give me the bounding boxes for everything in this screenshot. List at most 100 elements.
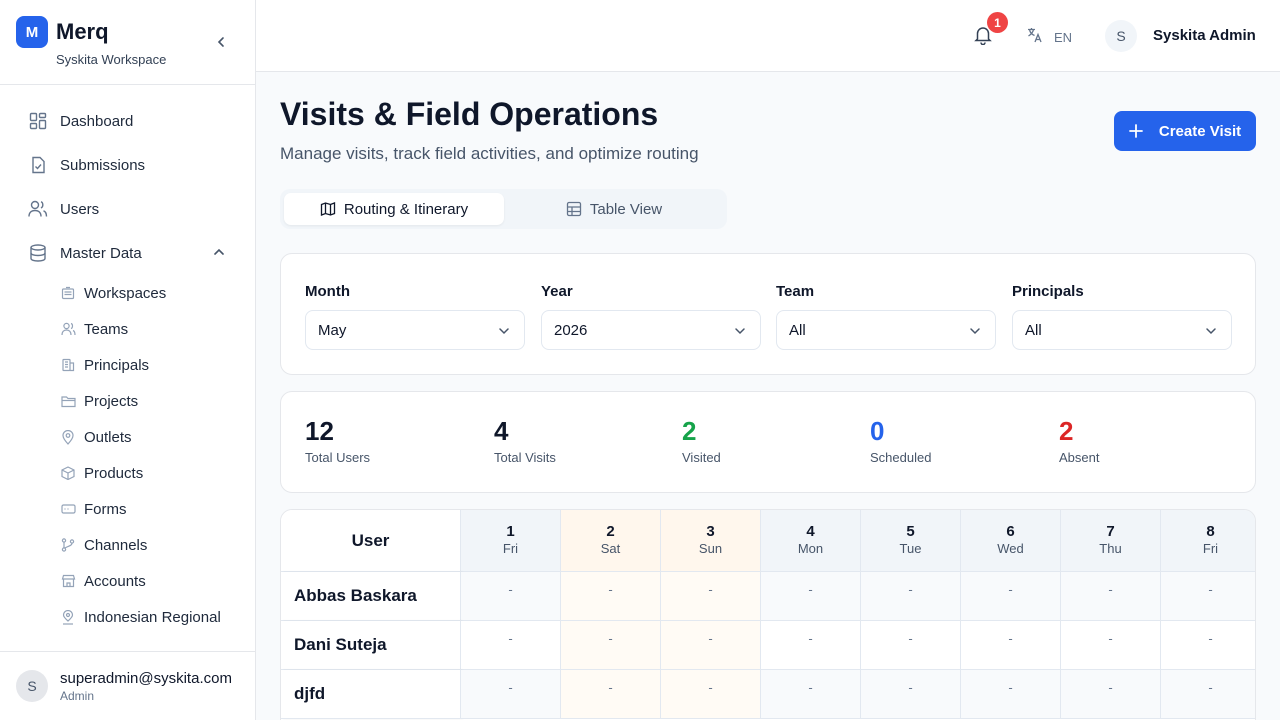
day-column-header: 5 Tue: [861, 510, 961, 572]
folder-icon: [60, 393, 76, 409]
stat-label: Total Visits: [494, 450, 556, 465]
user-column-header: User: [281, 510, 461, 572]
day-number: 1: [506, 523, 515, 540]
schedule-cell[interactable]: -: [561, 670, 661, 719]
day-name: Wed: [997, 541, 1024, 556]
database-icon: [28, 243, 48, 263]
day-column-header: 2 Sat: [561, 510, 661, 572]
select-value: 2026: [554, 321, 588, 339]
schedule-cell[interactable]: -: [1161, 621, 1255, 670]
top-header: 1 EN S Syskita Admin: [256, 0, 1280, 72]
sidebar-subitem-channels[interactable]: Channels: [0, 527, 255, 563]
chevron-up-icon[interactable]: [212, 245, 226, 259]
schedule-cell[interactable]: -: [1061, 572, 1161, 621]
table-row-user[interactable]: Dani Suteja: [281, 621, 461, 670]
schedule-cell[interactable]: -: [661, 621, 761, 670]
sidebar-subitem-accounts[interactable]: Accounts: [0, 563, 255, 599]
schedule-cell[interactable]: -: [761, 572, 861, 621]
sidebar-subitem-products[interactable]: Products: [0, 455, 255, 491]
principals-select[interactable]: All: [1012, 310, 1232, 350]
sidebar-subitem-forms[interactable]: Forms: [0, 491, 255, 527]
notification-badge: 1: [987, 12, 1008, 33]
sidebar-user-profile[interactable]: S superadmin@syskita.com Admin: [0, 651, 255, 720]
filter-label: Year: [541, 283, 573, 300]
sidebar-subitem-label: Channels: [84, 536, 148, 554]
schedule-cell[interactable]: -: [1161, 572, 1255, 621]
user-role: Admin: [60, 689, 95, 703]
stat-value: 4: [494, 416, 509, 446]
schedule-cell[interactable]: -: [1061, 621, 1161, 670]
schedule-cell[interactable]: -: [961, 621, 1061, 670]
sidebar-item-submissions[interactable]: Submissions: [0, 143, 255, 187]
team-select[interactable]: All: [776, 310, 996, 350]
create-visit-button[interactable]: Create Visit: [1114, 111, 1256, 151]
stat-total-visits: 4 Total Visits: [494, 416, 556, 465]
schedule-cell[interactable]: -: [861, 670, 961, 719]
sidebar-item-label: Users: [60, 200, 100, 218]
day-number: 3: [706, 523, 715, 540]
header-user-name[interactable]: Syskita Admin: [1153, 27, 1256, 44]
day-column-header: 8 Fri: [1161, 510, 1255, 572]
sidebar-item-master-data[interactable]: Master Data: [0, 231, 255, 275]
sidebar-subitem-principals[interactable]: Principals: [0, 347, 255, 383]
collapse-sidebar-icon[interactable]: [212, 33, 230, 51]
schedule-cell[interactable]: -: [1061, 670, 1161, 719]
schedule-cell[interactable]: -: [761, 621, 861, 670]
schedule-cell[interactable]: -: [661, 670, 761, 719]
day-name: Mon: [797, 541, 824, 556]
language-switcher[interactable]: EN: [1026, 26, 1072, 49]
create-visit-label: Create Visit: [1158, 122, 1242, 140]
schedule-cell[interactable]: -: [861, 621, 961, 670]
table-row-user[interactable]: djfd: [281, 670, 461, 719]
sidebar-subitem-projects[interactable]: Projects: [0, 383, 255, 419]
sidebar-subitem-outlets[interactable]: Outlets: [0, 419, 255, 455]
tab-table-view[interactable]: Table View: [505, 193, 723, 225]
sidebar-subitem-indonesian-regional[interactable]: Indonesian Regional: [0, 599, 255, 635]
avatar: S: [16, 670, 48, 702]
day-name: Tue: [899, 541, 922, 556]
day-number: 8: [1206, 523, 1215, 540]
sidebar-nav: Dashboard Submissions Users Master Data: [0, 99, 255, 635]
sidebar-item-users[interactable]: Users: [0, 187, 255, 231]
month-select[interactable]: May: [305, 310, 525, 350]
schedule-cell[interactable]: -: [661, 572, 761, 621]
schedule-cell[interactable]: -: [861, 572, 961, 621]
day-column-header: 4 Mon: [761, 510, 861, 572]
users-icon: [60, 321, 76, 337]
schedule-cell[interactable]: -: [961, 572, 1061, 621]
plus-icon: [1128, 124, 1143, 138]
schedule-cell[interactable]: -: [461, 670, 561, 719]
page-subtitle: Manage visits, track field activities, a…: [280, 144, 699, 163]
day-number: 6: [1006, 523, 1015, 540]
stat-value: 2: [1059, 416, 1074, 446]
year-select[interactable]: 2026: [541, 310, 761, 350]
stat-scheduled: 0 Scheduled: [870, 416, 931, 465]
schedule-cell[interactable]: -: [561, 572, 661, 621]
sidebar-subitem-teams[interactable]: Teams: [0, 311, 255, 347]
sidebar-subitem-label: Workspaces: [84, 284, 167, 302]
stat-value: 0: [870, 416, 885, 446]
day-number: 2: [606, 523, 615, 540]
dashboard-icon: [28, 111, 48, 131]
stats-card: 12 Total Users 4 Total Visits 2 Visited …: [280, 391, 1256, 493]
schedule-cell[interactable]: -: [461, 621, 561, 670]
avatar[interactable]: S: [1105, 20, 1137, 52]
page-title: Visits & Field Operations: [280, 96, 659, 132]
app-logo[interactable]: M: [16, 16, 48, 48]
itinerary-table: User 1 Fri 2 Sat 3 Sun 4 Mon 5 Tue 6 Wed 7 Thu 8 Fri Abba…: [280, 509, 1256, 720]
sidebar-subitem-workspaces[interactable]: Workspaces: [0, 275, 255, 311]
office-icon: [60, 357, 76, 373]
tab-routing-itinerary[interactable]: Routing & Itinerary: [284, 193, 504, 225]
tab-label: Table View: [589, 200, 663, 218]
day-name: Sat: [600, 541, 621, 556]
sidebar-item-dashboard[interactable]: Dashboard: [0, 99, 255, 143]
schedule-cell[interactable]: -: [1161, 670, 1255, 719]
table-row-user[interactable]: Abbas Baskara: [281, 572, 461, 621]
select-value: May: [318, 321, 347, 339]
schedule-cell[interactable]: -: [461, 572, 561, 621]
stat-label: Absent: [1059, 450, 1100, 465]
schedule-cell[interactable]: -: [561, 621, 661, 670]
brand-header: M Merq Syskita Workspace: [0, 0, 255, 85]
schedule-cell[interactable]: -: [761, 670, 861, 719]
schedule-cell[interactable]: -: [961, 670, 1061, 719]
